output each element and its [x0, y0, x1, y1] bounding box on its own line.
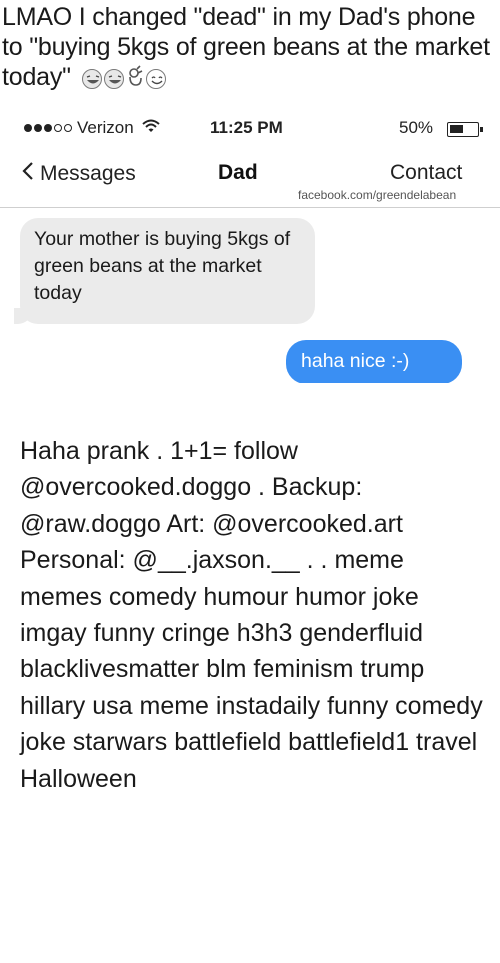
- conversation-header: Messages Dad Contact facebook.com/greend…: [0, 156, 500, 208]
- message-text: haha nice :-): [301, 350, 410, 372]
- meme-image: LMAO I changed "dead" in my Dad's phone …: [0, 0, 500, 383]
- contact-button[interactable]: Contact: [390, 161, 462, 185]
- status-bar: Verizon 11:25 PM 50%: [0, 112, 500, 142]
- outgoing-message-bubble: haha nice :-): [286, 340, 462, 383]
- contact-name: Dad: [218, 161, 258, 184]
- laughing-face-icon: [81, 69, 102, 89]
- meme-caption: LMAO I changed "dead" in my Dad's phone …: [2, 2, 498, 94]
- watermark: facebook.com/greendelabean: [298, 188, 457, 202]
- ok-hand-icon: [126, 64, 144, 94]
- message-text: Your mother is buying 5kgs of green bean…: [34, 228, 291, 304]
- post-caption: Haha prank . 1+1= follow @overcooked.dog…: [20, 437, 483, 793]
- caption-emojis: [81, 64, 166, 94]
- battery-icon: [447, 122, 483, 137]
- incoming-message-bubble: Your mother is buying 5kgs of green bean…: [14, 218, 315, 324]
- smiling-face-icon: [145, 69, 166, 89]
- chevron-left-icon: [22, 161, 34, 187]
- carrier-name: Verizon: [77, 118, 134, 137]
- signal-strength-icon: [24, 124, 72, 132]
- laughing-face-icon: [103, 69, 124, 89]
- back-button-label: Messages: [40, 162, 136, 185]
- caption-text: LMAO I changed "dead" in my Dad's phone …: [2, 3, 490, 91]
- carrier-info: Verizon: [24, 118, 160, 138]
- battery-percentage: 50%: [399, 118, 434, 137]
- back-button[interactable]: Messages: [22, 161, 136, 187]
- clock: 11:25 PM: [210, 118, 283, 137]
- wifi-icon: [142, 118, 160, 138]
